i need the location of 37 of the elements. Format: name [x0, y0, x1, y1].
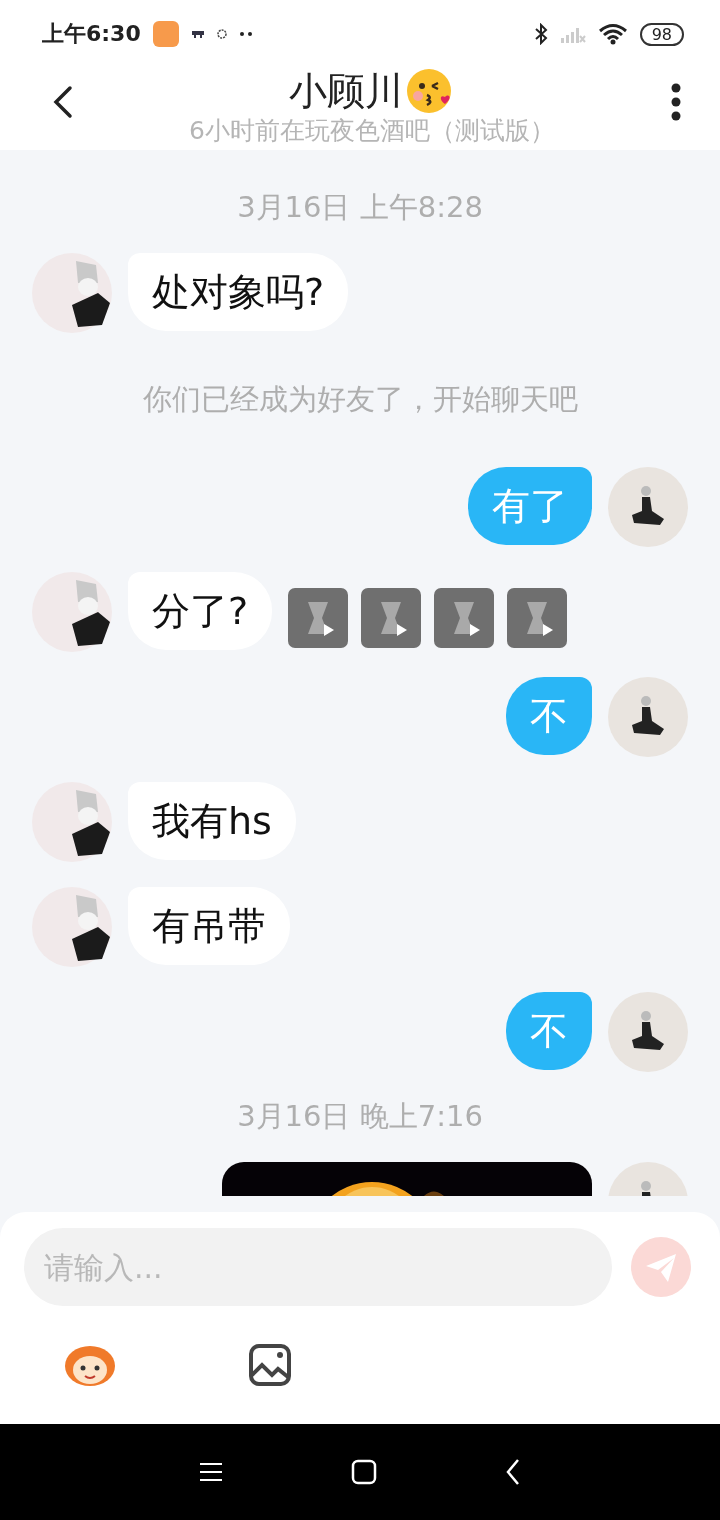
- contact-avatar[interactable]: [32, 887, 112, 967]
- message-timestamp: 3月16日 晚上7:16: [237, 1098, 483, 1135]
- contact-avatar[interactable]: [32, 253, 112, 333]
- message-input[interactable]: 请输入...: [24, 1228, 612, 1306]
- contact-name: 小顾川: [289, 67, 403, 115]
- bluetooth-icon: [533, 23, 548, 45]
- video-thumbnail[interactable]: [288, 588, 348, 648]
- message-bubble: 不: [506, 992, 592, 1070]
- user-avatar[interactable]: [608, 677, 688, 757]
- video-thumbnail[interactable]: [507, 588, 567, 648]
- video-thumbnail[interactable]: [434, 588, 494, 648]
- message-bubble: 我有hs: [128, 782, 296, 860]
- contact-avatar[interactable]: [32, 782, 112, 862]
- message-bubble: 有了: [468, 467, 592, 545]
- user-avatar[interactable]: [608, 467, 688, 547]
- message-timestamp: 3月16日 上午8:28: [237, 189, 483, 226]
- user-avatar[interactable]: [608, 992, 688, 1072]
- back-nav-button[interactable]: [505, 1458, 521, 1486]
- notification-icon: [190, 29, 205, 39]
- message-bubble: 不: [506, 677, 592, 755]
- message-bubble: 分了?: [128, 572, 273, 650]
- more-options-icon[interactable]: [670, 82, 682, 122]
- home-button[interactable]: [351, 1459, 377, 1485]
- image-icon[interactable]: [248, 1343, 292, 1387]
- system-notice: 你们已经成为好友了，开始聊天吧: [142, 381, 578, 418]
- contact-status: 6小时前在玩夜色酒吧（测试版）: [189, 115, 555, 147]
- battery-indicator: 98: [639, 22, 684, 46]
- wifi-icon: [597, 23, 628, 45]
- status-time: 上午6:30: [42, 20, 141, 48]
- menu-icon[interactable]: [199, 1462, 223, 1482]
- calendar-app-icon: [152, 21, 179, 47]
- notification-icon: [216, 29, 227, 39]
- message-bubble: 有吊带: [128, 887, 290, 965]
- more-dots-icon: [238, 31, 253, 37]
- message-bubble: 处对象吗?: [128, 253, 349, 331]
- video-thumbnail[interactable]: [361, 588, 421, 648]
- contact-avatar[interactable]: [32, 572, 112, 652]
